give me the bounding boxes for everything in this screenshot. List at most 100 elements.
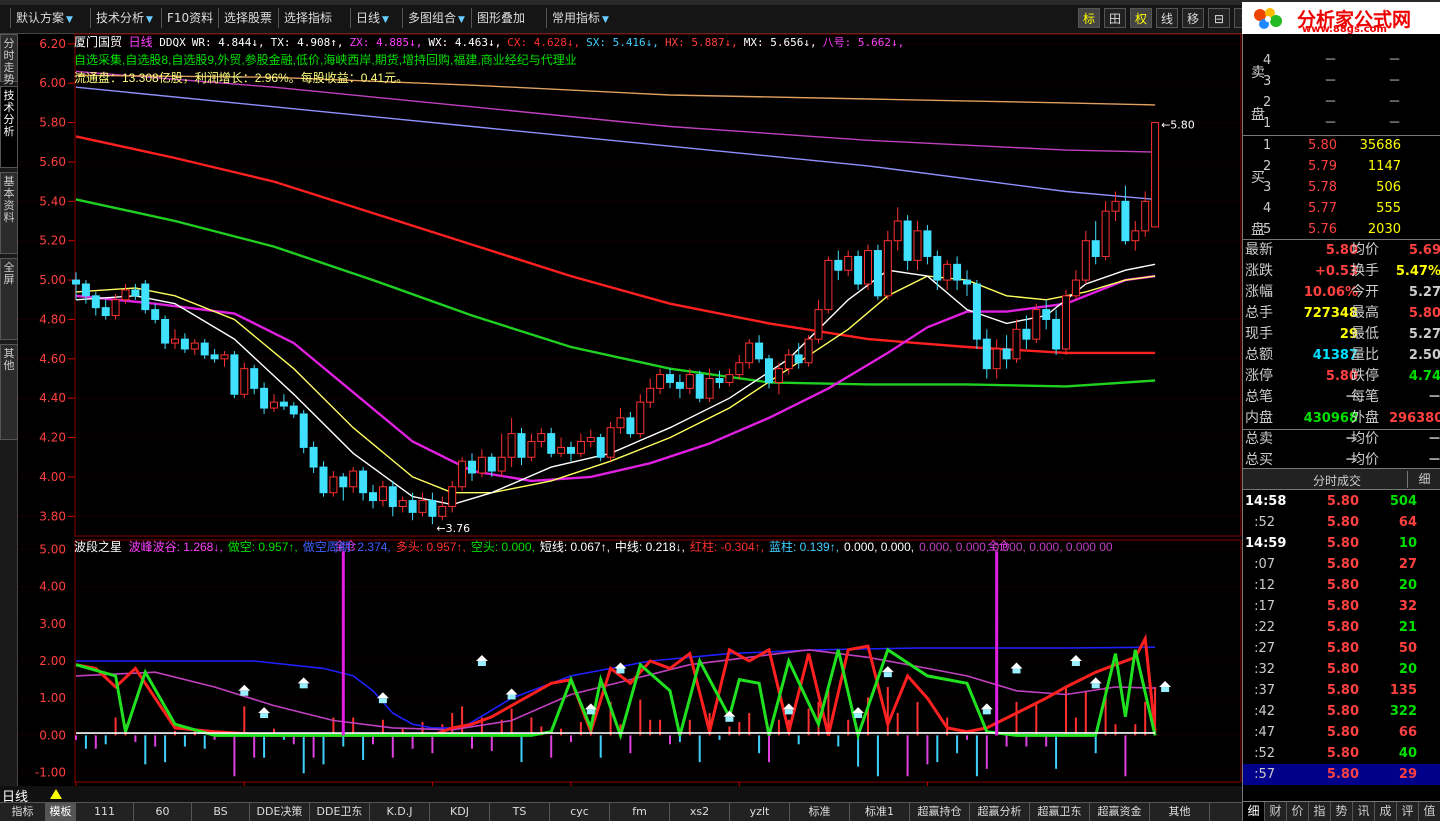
tick-volume: 20 <box>1398 578 1417 593</box>
quote-tab-8[interactable]: 值 <box>1419 802 1440 821</box>
tick-price: 5.80 <box>1326 494 1359 509</box>
buy-volume: 35686 <box>1359 138 1401 153</box>
candle <box>646 378 655 409</box>
quote-tab-7[interactable]: 评 <box>1397 802 1419 821</box>
toolbar-item-4[interactable]: 选择指标 <box>284 8 332 28</box>
tick-detail-button[interactable]: 细 <box>1407 471 1440 488</box>
left-tab-4[interactable]: 其他 <box>0 344 18 440</box>
left-tab-2[interactable]: 基本资料 <box>0 172 18 254</box>
stat-row: 涨幅 10.06% 今开 5.27 <box>1243 282 1440 303</box>
template-tab-7[interactable]: K.D.J <box>370 803 430 821</box>
template-tab-4[interactable]: BS <box>192 803 250 821</box>
tick-row[interactable]: :37 5.80 135 <box>1243 680 1440 701</box>
template-tab-5[interactable]: DDE决策 <box>250 803 310 821</box>
stat-value: － <box>1344 390 1358 405</box>
quote-tab-3[interactable]: 指 <box>1309 802 1331 821</box>
template-tab-12[interactable]: xs2 <box>670 803 730 821</box>
template-tab-10[interactable]: cyc <box>550 803 610 821</box>
toolbar-toggle-2[interactable]: 权 <box>1130 8 1152 28</box>
template-tab-8[interactable]: KDJ <box>430 803 490 821</box>
template-tab-1[interactable]: 模板 <box>46 803 76 821</box>
tick-time: :57 <box>1254 767 1275 782</box>
tick-row[interactable]: :27 5.80 50 <box>1243 638 1440 659</box>
template-tab-0[interactable]: 指标 <box>0 803 46 821</box>
dropdown-arrow-icon: ▼ <box>66 15 73 25</box>
toolbar-toggle-1[interactable]: 田 <box>1104 8 1126 28</box>
tick-volume: 135 <box>1389 683 1417 698</box>
stat-value: 5.80 <box>1408 306 1440 321</box>
tick-row[interactable]: 14:58 5.80 504 <box>1243 491 1440 512</box>
candle <box>260 382 269 414</box>
candle <box>388 480 397 517</box>
tick-row[interactable]: :22 5.80 21 <box>1243 617 1440 638</box>
candle <box>1012 319 1021 363</box>
toolbar-item-6[interactable]: 多图组合 ▼ <box>408 8 465 28</box>
toolbar-item-0[interactable]: 默认方案 ▼ <box>16 8 73 28</box>
buy-level: 5 <box>1263 222 1272 237</box>
candle <box>200 339 209 359</box>
tick-row[interactable]: :07 5.80 27 <box>1243 554 1440 575</box>
template-tab-18[interactable]: 超赢卫东 <box>1030 803 1090 821</box>
template-tab-14[interactable]: 标准 <box>790 803 850 821</box>
tick-row[interactable]: :32 5.80 20 <box>1243 659 1440 680</box>
sub-indicator-value: 红柱: -0.304↑, <box>689 540 764 554</box>
tick-row[interactable]: :52 5.80 64 <box>1243 512 1440 533</box>
toolbar-item-8[interactable]: 常用指标 ▼ <box>552 8 609 28</box>
toolbar-separator <box>546 8 547 28</box>
candle <box>893 207 902 251</box>
tick-row[interactable]: :42 5.80 322 <box>1243 701 1440 722</box>
left-tab-label: 基本资料 <box>3 175 15 224</box>
toolbar-toggle-0[interactable]: 标 <box>1078 8 1100 28</box>
candle <box>1071 270 1080 300</box>
toolbar-item-label: 图形叠加 <box>477 11 526 25</box>
tick-row[interactable]: :47 5.80 66 <box>1243 722 1440 743</box>
candle <box>992 339 1001 379</box>
sell-volume: － <box>1387 53 1401 68</box>
sub-y-tick-label: 4.00 <box>39 580 66 594</box>
template-tab-15[interactable]: 标准1 <box>850 803 910 821</box>
left-tab-3[interactable]: 全屏 <box>0 258 18 340</box>
tick-row[interactable]: :52 5.80 40 <box>1243 743 1440 764</box>
template-tab-11[interactable]: fm <box>610 803 670 821</box>
toolbar-item-3[interactable]: 选择股票 <box>224 8 272 28</box>
template-tab-20[interactable]: 其他 <box>1150 803 1210 821</box>
template-tab-16[interactable]: 超赢持仓 <box>910 803 970 821</box>
left-tab-0[interactable]: 分时走势 <box>0 34 18 86</box>
house-signal-icon <box>881 666 894 678</box>
quote-tab-5[interactable]: 讯 <box>1353 802 1375 821</box>
toolbar-item-label: 选择指标 <box>284 11 333 25</box>
toolbar-item-7[interactable]: 图形叠加 <box>477 8 525 28</box>
template-tab-9[interactable]: TS <box>490 803 550 821</box>
quote-tab-6[interactable]: 成 <box>1375 802 1397 821</box>
tick-volume: 29 <box>1398 767 1417 782</box>
tick-row[interactable]: 14:59 5.80 10 <box>1243 533 1440 554</box>
toolbar-toggle-5[interactable]: ⊟ <box>1208 8 1230 28</box>
candle <box>250 364 259 395</box>
toolbar-toggle-4[interactable]: 移 <box>1182 8 1204 28</box>
toolbar-toggle-3[interactable]: 线 <box>1156 8 1178 28</box>
template-tab-17[interactable]: 超赢分析 <box>970 803 1030 821</box>
quote-tab-4[interactable]: 势 <box>1331 802 1353 821</box>
template-tab-6[interactable]: DDE卫东 <box>310 803 370 821</box>
template-tab-2[interactable]: 111 <box>76 803 134 821</box>
quote-tab-0[interactable]: 细 <box>1243 802 1265 821</box>
quote-tab-2[interactable]: 价 <box>1287 802 1309 821</box>
quote-tab-1[interactable]: 财 <box>1265 802 1287 821</box>
left-tab-1[interactable]: 技术分析 <box>0 86 18 168</box>
toolbar-item-2[interactable]: F10资料 <box>167 8 213 28</box>
template-tab-13[interactable]: yzlt <box>730 803 790 821</box>
tick-row[interactable]: :57 5.80 29 <box>1243 764 1440 785</box>
tick-row[interactable]: :12 5.80 20 <box>1243 575 1440 596</box>
house-signal-icon <box>258 707 271 719</box>
toolbar-item-1[interactable]: 技术分析 ▼ <box>96 8 153 28</box>
candle <box>448 480 457 513</box>
tick-time: :27 <box>1254 641 1275 656</box>
candle <box>606 421 615 462</box>
toolbar-item-5[interactable]: 日线 ▼ <box>356 8 389 28</box>
candle <box>240 362 249 399</box>
template-tab-3[interactable]: 60 <box>134 803 192 821</box>
template-tab-19[interactable]: 超赢资金 <box>1090 803 1150 821</box>
y-tick-label: 4.40 <box>39 391 66 405</box>
tick-row[interactable]: :17 5.80 32 <box>1243 596 1440 617</box>
stock-category-line: 自选采集,自选股8,自选股9,外贸,参股金融,低价,海峡西岸,期货,增持回购,福… <box>74 53 577 67</box>
